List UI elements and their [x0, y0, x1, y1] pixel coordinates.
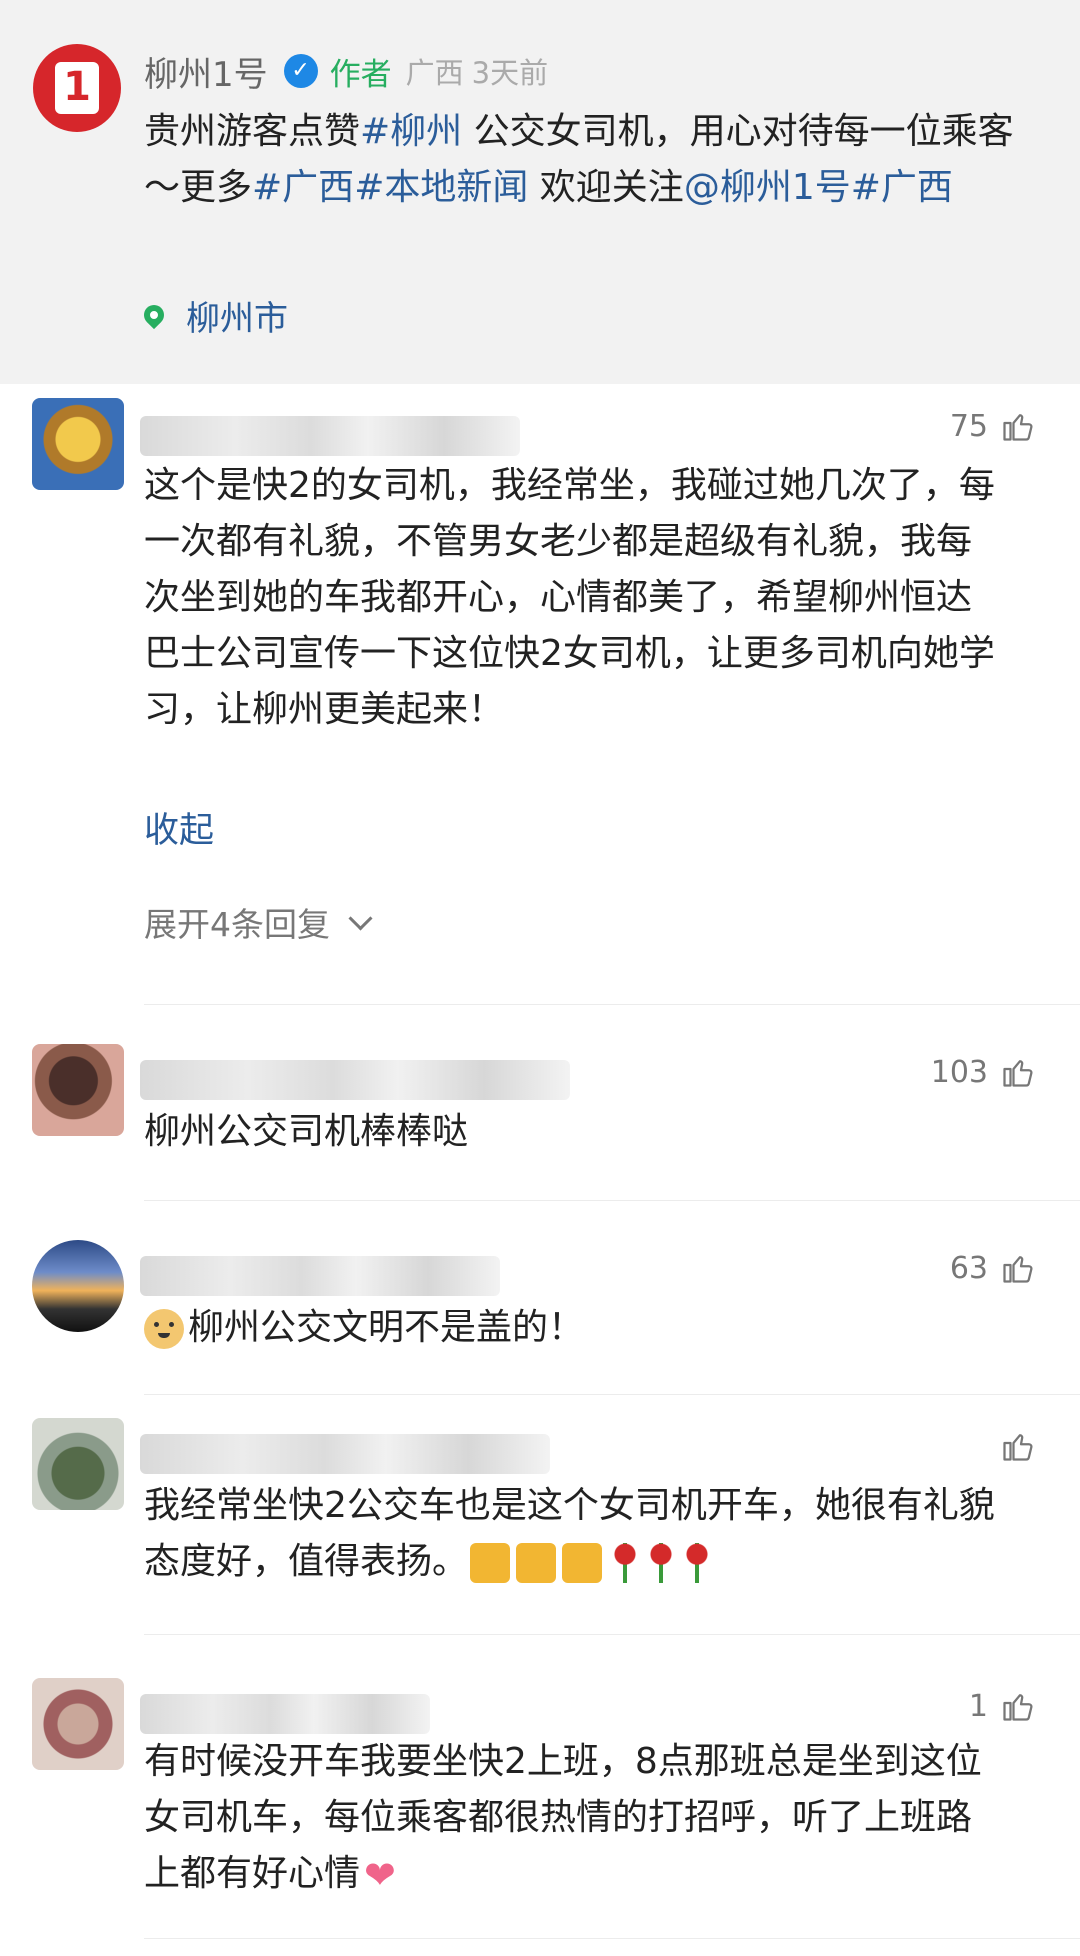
hashtag-guangxi[interactable]: #广西	[252, 167, 354, 208]
hashtag-guangxi-2[interactable]: #广西	[851, 167, 953, 208]
like-count: 75	[949, 408, 988, 444]
rose-emoji-icon	[648, 1543, 675, 1583]
blurred-username[interactable]	[140, 1060, 570, 1100]
avatar[interactable]	[32, 1240, 124, 1332]
post-text-follow: 欢迎关注	[528, 167, 684, 208]
divider	[144, 1394, 1080, 1395]
doge-emoji-icon	[144, 1309, 184, 1349]
mention-link[interactable]: @柳州1号	[684, 167, 851, 208]
avatar[interactable]	[32, 398, 124, 490]
like-count: 103	[930, 1054, 988, 1090]
thumbs-up-icon	[1003, 1060, 1033, 1087]
comment-text: 柳州公交司机棒棒哒	[144, 1111, 469, 1152]
divider	[144, 1200, 1080, 1201]
thumbs-up-emoji-icon	[516, 1543, 557, 1583]
hashtag-local-news[interactable]: #本地新闻	[354, 167, 528, 208]
hashtag-liuzhou[interactable]: #柳州	[360, 111, 462, 152]
author-tag: 作者	[329, 56, 392, 93]
location-label: 柳州市	[186, 298, 288, 339]
rose-emoji-icon	[684, 1543, 711, 1583]
blurred-username[interactable]	[140, 416, 520, 456]
like-count: 63	[949, 1250, 988, 1286]
like-button[interactable]	[988, 1428, 1036, 1464]
blurred-username[interactable]	[140, 1434, 550, 1474]
post-time: 3天前	[471, 56, 549, 90]
comment-text: 我经常坐快2公交车也是这个女司机开车，她很有礼貌态度好，值得表扬。	[144, 1478, 1004, 1590]
thumbs-up-icon	[1003, 1256, 1033, 1283]
divider	[144, 1004, 1080, 1005]
chevron-down-icon	[348, 905, 373, 931]
author-line: 柳州1号 ✓ 作者 广西 3天前	[144, 47, 549, 96]
thumbs-up-icon	[1003, 1434, 1033, 1461]
blurred-username[interactable]	[140, 1694, 430, 1734]
collapse-link[interactable]: 收起	[144, 802, 214, 853]
blurred-username[interactable]	[140, 1256, 500, 1296]
comment-text-body: 有时候没开车我要坐快2上班，8点那班总是坐到这位女司机车，每位乘客都很热情的打招…	[144, 1741, 982, 1894]
location-row[interactable]: 柳州市	[139, 290, 288, 340]
thumbs-up-icon	[1003, 414, 1033, 441]
post-text-intro: 贵州游客点赞	[144, 111, 361, 152]
post-region: 广西	[405, 56, 464, 90]
avatar[interactable]	[32, 1678, 124, 1770]
like-button[interactable]: 1	[969, 1688, 1036, 1724]
comment-text: 柳州公交文明不是盖的！	[144, 1300, 1004, 1356]
avatar[interactable]	[32, 1044, 124, 1136]
thumbs-up-icon	[1003, 1694, 1033, 1721]
expand-replies-button[interactable]: 展开4条回复	[144, 898, 373, 946]
post-card: 1 柳州1号 ✓ 作者 广西 3天前 贵州游客点赞#柳州 公交女司机，用心对待每…	[0, 0, 1080, 384]
like-count: 1	[968, 1688, 988, 1724]
divider	[144, 1634, 1080, 1635]
divider	[144, 1938, 1080, 1939]
expand-replies-label: 展开4条回复	[144, 905, 330, 944]
author-name[interactable]: 柳州1号	[144, 47, 268, 96]
comment-text: 有时候没开车我要坐快2上班，8点那班总是坐到这位女司机车，每位乘客都很热情的打招…	[144, 1734, 1004, 1903]
comment-text-body: 柳州公交文明不是盖的！	[188, 1307, 585, 1348]
location-pin-icon	[139, 300, 169, 330]
rose-emoji-icon	[612, 1543, 639, 1583]
avatar[interactable]	[32, 1418, 124, 1510]
logo-icon[interactable]: 1	[33, 44, 121, 132]
like-button[interactable]: 103	[931, 1054, 1036, 1090]
like-button[interactable]: 75	[950, 408, 1036, 444]
heart-emoji-icon: ❤	[364, 1853, 396, 1897]
thumbs-up-emoji-icon	[470, 1543, 511, 1583]
verified-icon: ✓	[283, 54, 318, 88]
post-text: 贵州游客点赞#柳州 公交女司机，用心对待每一位乘客～更多#广西#本地新闻 欢迎关…	[144, 104, 1044, 216]
like-button[interactable]: 63	[950, 1250, 1036, 1286]
comment-text: 这个是快2的女司机，我经常坐，我碰过她几次了，每一次都有礼貌，不管男女老少都是超…	[144, 465, 995, 730]
thumbs-up-emoji-icon	[562, 1543, 603, 1583]
